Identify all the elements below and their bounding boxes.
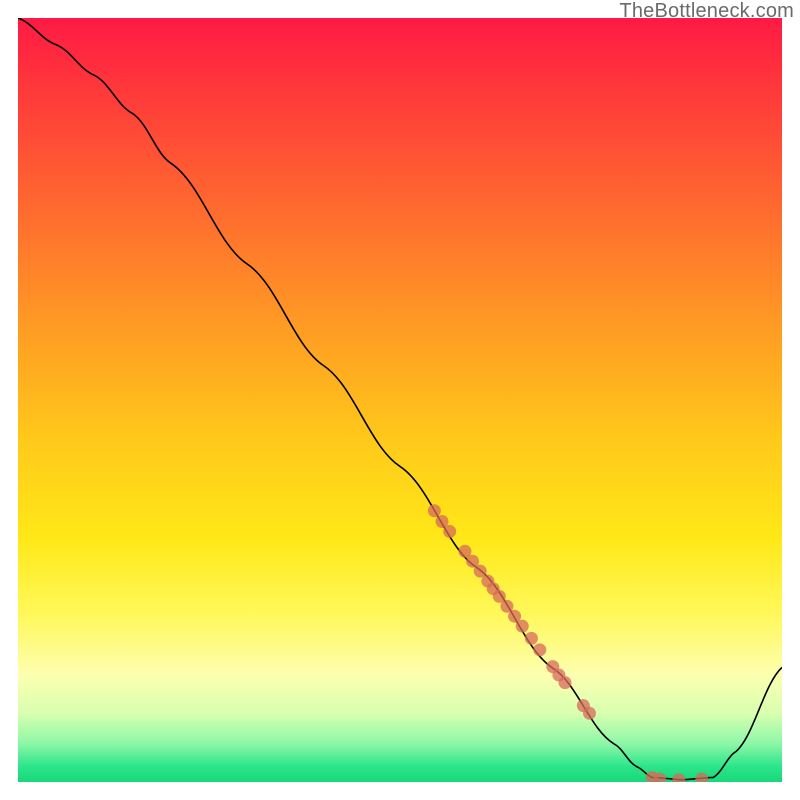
- chart-curve: [18, 18, 782, 780]
- chart-dot: [516, 620, 529, 633]
- chart-dot: [443, 525, 456, 538]
- chart-plot-area: [18, 18, 782, 782]
- watermark-text: TheBottleneck.com: [619, 0, 794, 23]
- chart-dot: [533, 643, 546, 656]
- chart-dots-group: [428, 504, 708, 782]
- chart-dot: [559, 676, 572, 689]
- chart-container: TheBottleneck.com: [0, 0, 800, 800]
- chart-dot: [672, 773, 685, 782]
- chart-dot: [525, 632, 538, 645]
- chart-dot: [695, 772, 708, 782]
- chart-dot: [583, 707, 596, 720]
- chart-dot: [428, 504, 441, 517]
